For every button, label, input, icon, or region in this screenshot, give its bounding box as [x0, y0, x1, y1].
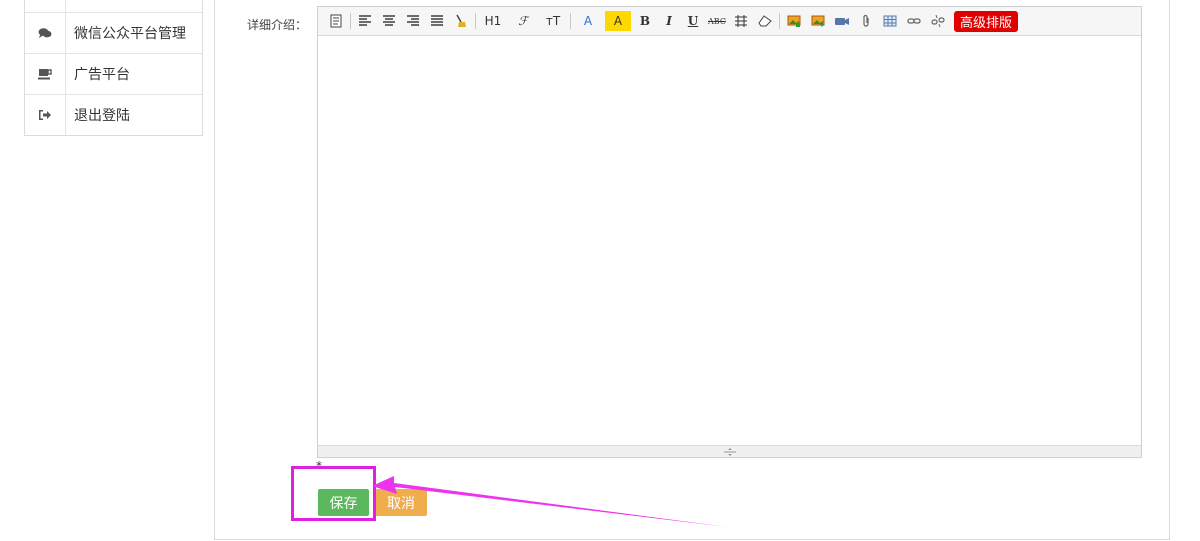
annotation-arrow	[372, 476, 727, 527]
